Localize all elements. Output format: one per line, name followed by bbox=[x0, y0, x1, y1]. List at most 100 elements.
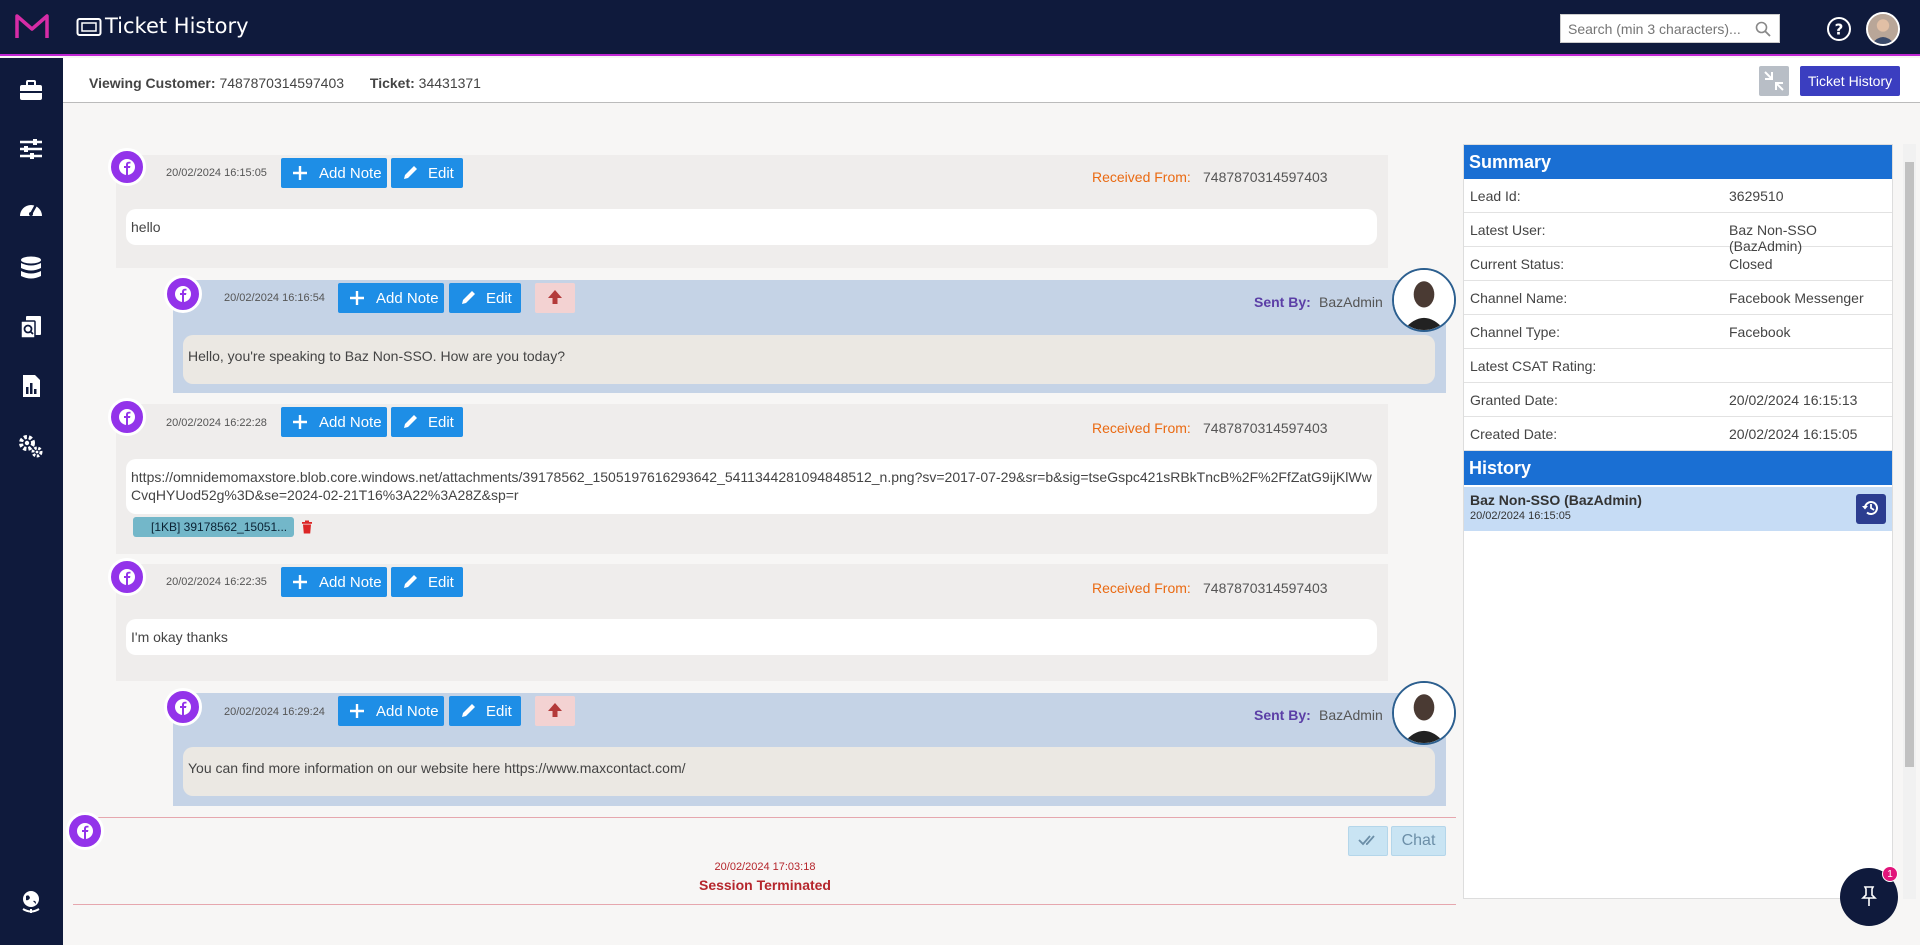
facebook-badge bbox=[108, 398, 146, 436]
ticket-icon bbox=[76, 18, 102, 36]
summary-row: Granted Date: 20/02/2024 16:15:13 bbox=[1464, 383, 1892, 417]
facebook-icon bbox=[77, 823, 93, 839]
message-timestamp: 20/02/2024 16:22:35 bbox=[166, 576, 267, 588]
arrow-up-icon bbox=[548, 702, 562, 717]
summary-row: Channel Type: Facebook bbox=[1464, 315, 1892, 349]
pencil-icon bbox=[404, 575, 417, 588]
message-timestamp: 20/02/2024 16:22:28 bbox=[166, 417, 267, 429]
maxcontact-logo-icon[interactable] bbox=[14, 12, 50, 42]
received-from-value: 7487870314597403 bbox=[1203, 420, 1328, 436]
customer-info: Viewing Customer: 7487870314597403 Ticke… bbox=[89, 75, 481, 91]
message-text: I'm okay thanks bbox=[126, 619, 1377, 655]
compress-icon bbox=[1764, 71, 1784, 91]
message-sent: 20/02/2024 16:16:54 Add Note Edit Sent B… bbox=[173, 280, 1446, 393]
sliders-icon[interactable] bbox=[17, 135, 45, 163]
facebook-badge bbox=[108, 148, 146, 186]
add-note-button[interactable]: Add Note bbox=[281, 407, 387, 437]
briefcase-icon[interactable] bbox=[17, 77, 45, 105]
summary-row: Channel Name: Facebook Messenger bbox=[1464, 281, 1892, 315]
summary-panel: Summary Lead Id: 3629510 Latest User: Baz … bbox=[1463, 144, 1893, 899]
page-title: Ticket History bbox=[105, 14, 249, 38]
summary-row: Created Date: 20/02/2024 16:15:05 bbox=[1464, 417, 1892, 451]
report-icon[interactable] bbox=[17, 372, 45, 400]
search-box bbox=[1560, 14, 1780, 43]
escalate-button[interactable] bbox=[535, 696, 575, 726]
summary-row: Lead Id: 3629510 bbox=[1464, 179, 1892, 213]
divider bbox=[73, 817, 1456, 818]
plus-icon bbox=[293, 575, 307, 589]
search-input[interactable] bbox=[1561, 15, 1751, 42]
facebook-badge bbox=[164, 275, 202, 313]
facebook-icon bbox=[119, 159, 135, 175]
summary-header: Summary bbox=[1464, 145, 1892, 179]
history-icon bbox=[1862, 500, 1878, 515]
documents-icon[interactable] bbox=[17, 313, 45, 341]
svg-text:?: ? bbox=[1835, 21, 1844, 39]
pencil-icon bbox=[462, 704, 475, 717]
plus-icon bbox=[350, 704, 364, 718]
plus-icon bbox=[293, 415, 307, 429]
edit-button[interactable]: Edit bbox=[449, 283, 521, 313]
viewing-customer-label: Viewing Customer: bbox=[89, 75, 216, 91]
pencil-icon bbox=[404, 166, 417, 179]
message-timestamp: 20/02/2024 16:29:24 bbox=[224, 706, 325, 718]
ticket-history-button[interactable]: Ticket History bbox=[1800, 66, 1900, 96]
edit-button[interactable]: Edit bbox=[391, 407, 463, 437]
sent-by-value: BazAdmin bbox=[1319, 707, 1383, 723]
edit-button[interactable]: Edit bbox=[391, 567, 463, 597]
attachment-chip[interactable]: [1KB] 39178562_15051... bbox=[133, 517, 294, 537]
message-received: 20/02/2024 16:22:35 Add Note Edit Receiv… bbox=[116, 564, 1388, 681]
trash-icon[interactable] bbox=[301, 520, 313, 534]
add-note-button[interactable]: Add Note bbox=[281, 567, 387, 597]
facebook-icon bbox=[119, 569, 135, 585]
edit-button[interactable]: Edit bbox=[449, 696, 521, 726]
customer-info-bar: Viewing Customer: 7487870314597403 Ticke… bbox=[63, 58, 1920, 103]
facebook-badge bbox=[164, 688, 202, 726]
history-date: 20/02/2024 16:15:05 bbox=[1470, 510, 1571, 522]
pin-icon bbox=[1861, 885, 1877, 906]
edit-button[interactable]: Edit bbox=[391, 158, 463, 188]
facebook-badge bbox=[66, 812, 104, 850]
arrow-up-icon bbox=[548, 289, 562, 304]
sent-by-value: BazAdmin bbox=[1319, 294, 1383, 310]
add-note-button[interactable]: Add Note bbox=[338, 696, 444, 726]
top-bar: Ticket History ? bbox=[0, 0, 1920, 56]
sent-by-label: Sent By: bbox=[1254, 707, 1311, 723]
session-end-date: 20/02/2024 17:03:18 bbox=[714, 861, 816, 873]
facebook-icon bbox=[175, 699, 191, 715]
scrollbar[interactable] bbox=[1903, 144, 1916, 899]
mark-read-button[interactable] bbox=[1348, 826, 1388, 856]
help-icon[interactable]: ? bbox=[1826, 16, 1852, 42]
summary-row: Latest User: Baz Non-SSO (BazAdmin) bbox=[1464, 213, 1892, 254]
pencil-icon bbox=[404, 415, 417, 428]
history-item[interactable]: Baz Non-SSO (BazAdmin) 20/02/2024 16:15:… bbox=[1464, 487, 1892, 531]
dashboard-icon[interactable] bbox=[17, 195, 45, 223]
notification-badge: 1 bbox=[1882, 866, 1898, 882]
database-icon[interactable] bbox=[17, 254, 45, 282]
search-icon[interactable] bbox=[1755, 21, 1771, 37]
divider bbox=[73, 904, 1456, 905]
message-received: 20/02/2024 16:15:05 Add Note Edit Receiv… bbox=[116, 155, 1388, 268]
plus-icon bbox=[350, 291, 364, 305]
summary-row: Latest CSAT Rating: bbox=[1464, 349, 1892, 383]
settings-icon[interactable] bbox=[17, 432, 45, 460]
plus-icon bbox=[293, 166, 307, 180]
received-from-label: Received From: bbox=[1092, 580, 1191, 596]
message-timestamp: 20/02/2024 16:15:05 bbox=[166, 167, 267, 179]
session-status: Session Terminated bbox=[698, 877, 831, 893]
message-timestamp: 20/02/2024 16:16:54 bbox=[224, 292, 325, 304]
collapse-button[interactable] bbox=[1759, 66, 1789, 96]
facebook-badge bbox=[108, 558, 146, 596]
message-link-text[interactable]: https://omnidemomaxstore.blob.core.windo… bbox=[126, 459, 1377, 514]
restore-button[interactable] bbox=[1856, 494, 1886, 524]
scrollbar-thumb[interactable] bbox=[1905, 162, 1914, 767]
message-sent: 20/02/2024 16:29:24 Add Note Edit Sent B… bbox=[173, 693, 1446, 806]
add-note-button[interactable]: Add Note bbox=[281, 158, 387, 188]
history-header: History bbox=[1464, 451, 1892, 485]
chat-button[interactable]: Chat bbox=[1391, 826, 1446, 856]
agent-avatar bbox=[1392, 681, 1456, 745]
avatar[interactable] bbox=[1866, 12, 1900, 46]
escalate-button[interactable] bbox=[535, 283, 575, 313]
add-note-button[interactable]: Add Note bbox=[338, 283, 444, 313]
facebook-icon bbox=[175, 286, 191, 302]
